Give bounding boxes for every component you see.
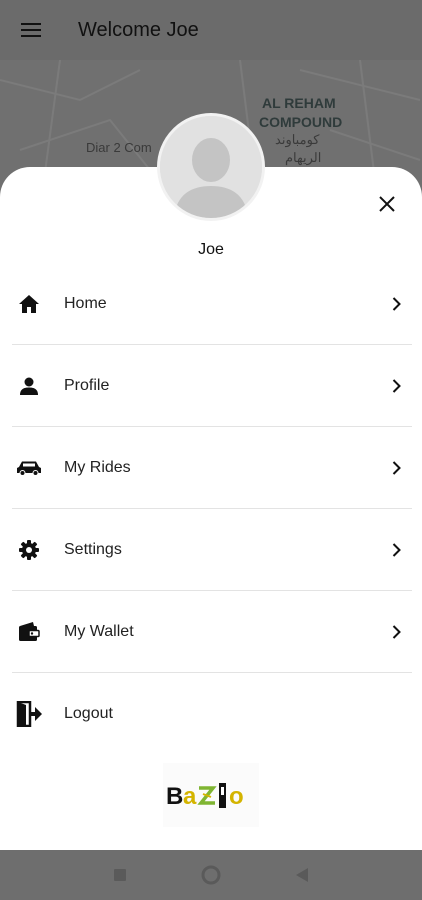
menu-item-my-wallet[interactable]: My Wallet bbox=[12, 591, 412, 673]
close-icon[interactable] bbox=[373, 190, 401, 218]
chevron-right-icon bbox=[386, 540, 406, 560]
map-label-compound: COMPOUND bbox=[259, 114, 343, 130]
menu-item-settings[interactable]: Settings bbox=[12, 509, 412, 591]
map-label-arabic-2: الريهام bbox=[285, 150, 322, 165]
avatar[interactable] bbox=[157, 113, 265, 221]
menu-item-label: My Rides bbox=[64, 458, 131, 476]
avatar-placeholder-icon bbox=[160, 116, 262, 218]
home-icon bbox=[16, 291, 42, 317]
brand-logo-mark: B a o bbox=[166, 783, 244, 810]
svg-text:o: o bbox=[229, 783, 244, 810]
map-label-diar: Diar 2 Com bbox=[86, 140, 152, 155]
logout-icon bbox=[16, 700, 42, 727]
page-title: Welcome Joe bbox=[78, 18, 199, 41]
svg-text:B: B bbox=[166, 783, 183, 810]
gear-icon bbox=[16, 537, 42, 563]
home-nav-icon[interactable] bbox=[201, 865, 221, 885]
menu-item-label: Logout bbox=[64, 704, 113, 722]
app-bar: Welcome Joe bbox=[0, 0, 422, 60]
back-icon[interactable] bbox=[292, 865, 312, 885]
car-icon bbox=[16, 455, 42, 481]
recents-icon[interactable] bbox=[110, 865, 130, 885]
menu-item-label: My Wallet bbox=[64, 622, 134, 640]
person-icon bbox=[16, 373, 42, 399]
map-label-reham: AL REHAM bbox=[262, 95, 336, 111]
chevron-right-icon bbox=[386, 622, 406, 642]
chevron-right-icon bbox=[386, 376, 406, 396]
chevron-right-icon bbox=[386, 294, 406, 314]
map-label-arabic-1: كومباوند bbox=[275, 132, 320, 147]
drawer-menu: Home Profile My Rides Settings My Wallet… bbox=[12, 263, 412, 754]
svg-text:a: a bbox=[183, 783, 197, 810]
brand-logo: B a o bbox=[163, 763, 259, 827]
menu-item-label: Profile bbox=[64, 376, 110, 394]
menu-item-my-rides[interactable]: My Rides bbox=[12, 427, 412, 509]
hamburger-menu-icon[interactable] bbox=[16, 15, 46, 45]
system-nav-bar bbox=[0, 850, 422, 900]
menu-item-profile[interactable]: Profile bbox=[12, 345, 412, 427]
menu-item-label: Home bbox=[64, 294, 107, 312]
user-name: Joe bbox=[198, 241, 224, 258]
menu-item-label: Settings bbox=[64, 540, 122, 558]
menu-item-home[interactable]: Home bbox=[12, 263, 412, 345]
wallet-icon bbox=[16, 619, 42, 645]
menu-item-logout[interactable]: Logout bbox=[12, 673, 412, 754]
chevron-right-icon bbox=[386, 458, 406, 478]
